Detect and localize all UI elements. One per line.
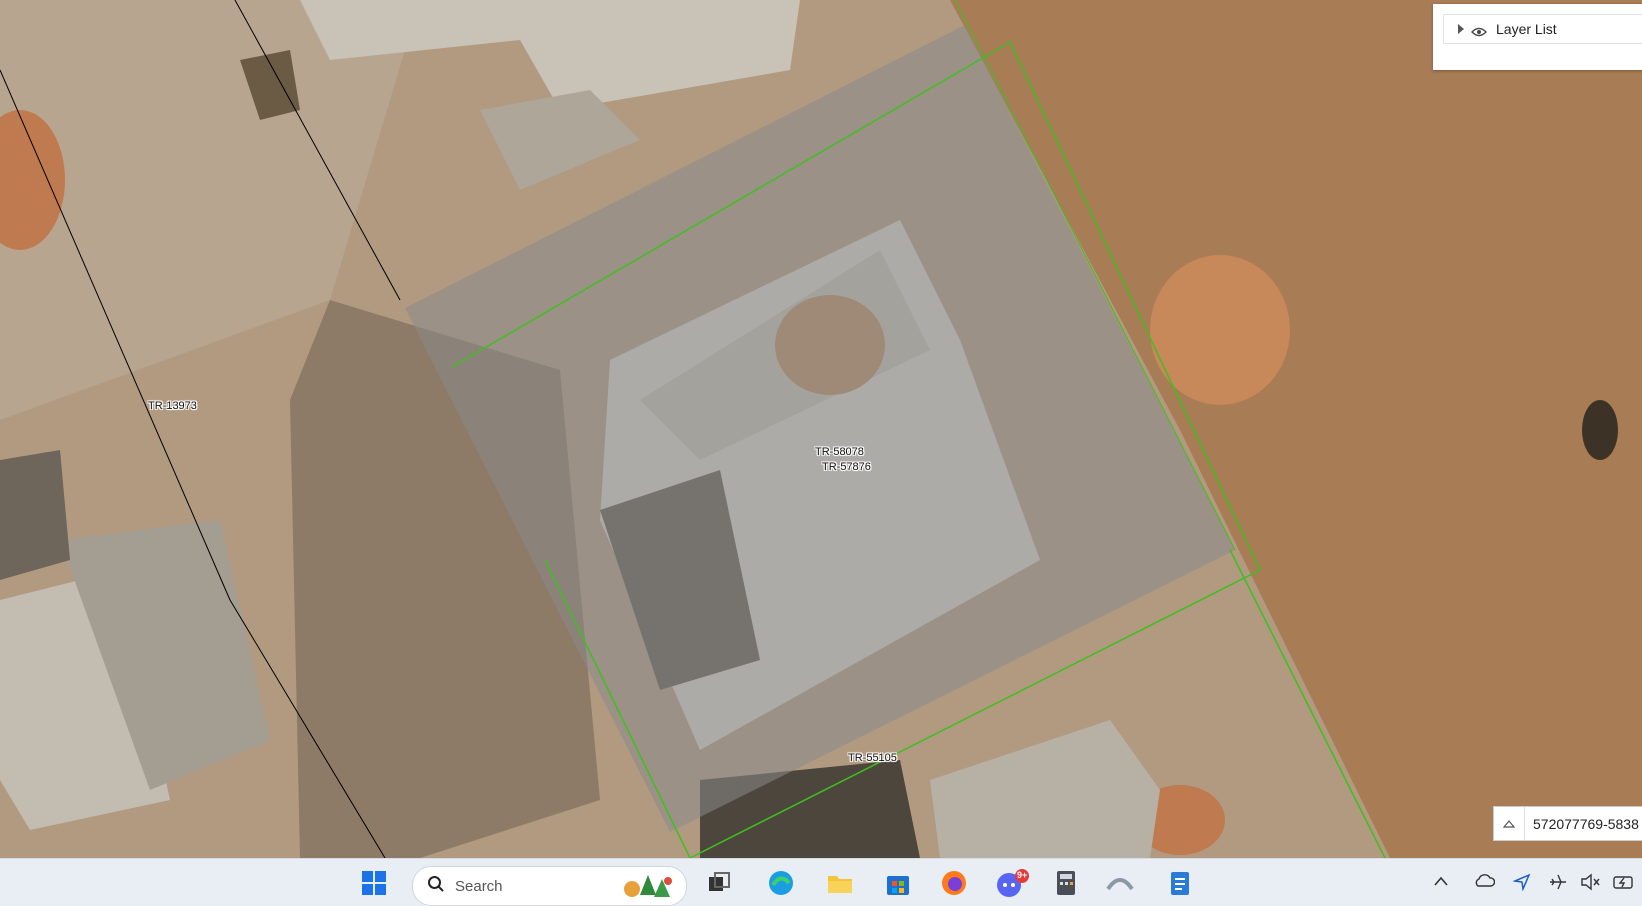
search-placeholder: Search: [455, 877, 503, 895]
airplane-mode-icon[interactable]: [1548, 873, 1568, 896]
app-icon[interactable]: [1105, 869, 1134, 897]
notepad-icon[interactable]: [1166, 869, 1194, 897]
volume-muted-icon[interactable]: [1580, 873, 1600, 896]
expand-arrow-icon[interactable]: [1458, 24, 1464, 34]
battery-charging-icon[interactable]: [1612, 873, 1636, 896]
parcel-label-tr-13973: TR-13973: [148, 400, 197, 412]
edge-browser-icon[interactable]: [767, 869, 795, 897]
onedrive-cloud-icon[interactable]: [1473, 873, 1496, 892]
layer-list-panel: Layer List: [1433, 4, 1642, 70]
layer-list-item[interactable]: Layer List: [1443, 14, 1642, 44]
map-view[interactable]: TR-13973 TR-58078 TR-57876 TR-55105: [0, 0, 1642, 858]
task-view-icon[interactable]: [705, 869, 733, 897]
file-explorer-icon[interactable]: [826, 869, 854, 897]
parcel-label-tr-58078: TR-58078: [815, 446, 864, 458]
parcel-label-tr-57876: TR-57876: [822, 461, 871, 473]
location-arrow-icon[interactable]: [1512, 873, 1531, 896]
microsoft-store-icon[interactable]: [884, 869, 912, 897]
windows-start-icon[interactable]: [360, 869, 388, 897]
calculator-icon[interactable]: [1052, 869, 1080, 897]
search-highlight-icon: [618, 871, 678, 905]
taskbar: Search 9+: [0, 858, 1642, 906]
search-icon: [427, 875, 445, 898]
coordinate-display: 572077769-5838: [1493, 806, 1642, 841]
eye-icon[interactable]: [1471, 24, 1487, 37]
taskbar-search-input[interactable]: Search: [412, 866, 687, 906]
parcel-label-tr-55105: TR-55105: [848, 752, 897, 764]
coordinate-value: 572077769-5838: [1533, 815, 1639, 832]
layer-list-title: Layer List: [1496, 21, 1557, 37]
firefox-icon[interactable]: [940, 869, 968, 897]
expand-up-icon[interactable]: [1494, 807, 1525, 840]
chat-badge: 9+: [1017, 870, 1028, 880]
aerial-imagery: [0, 0, 1642, 858]
discord-icon[interactable]: 9+: [996, 869, 1029, 897]
show-hidden-icons-chevron-icon[interactable]: [1434, 873, 1448, 891]
